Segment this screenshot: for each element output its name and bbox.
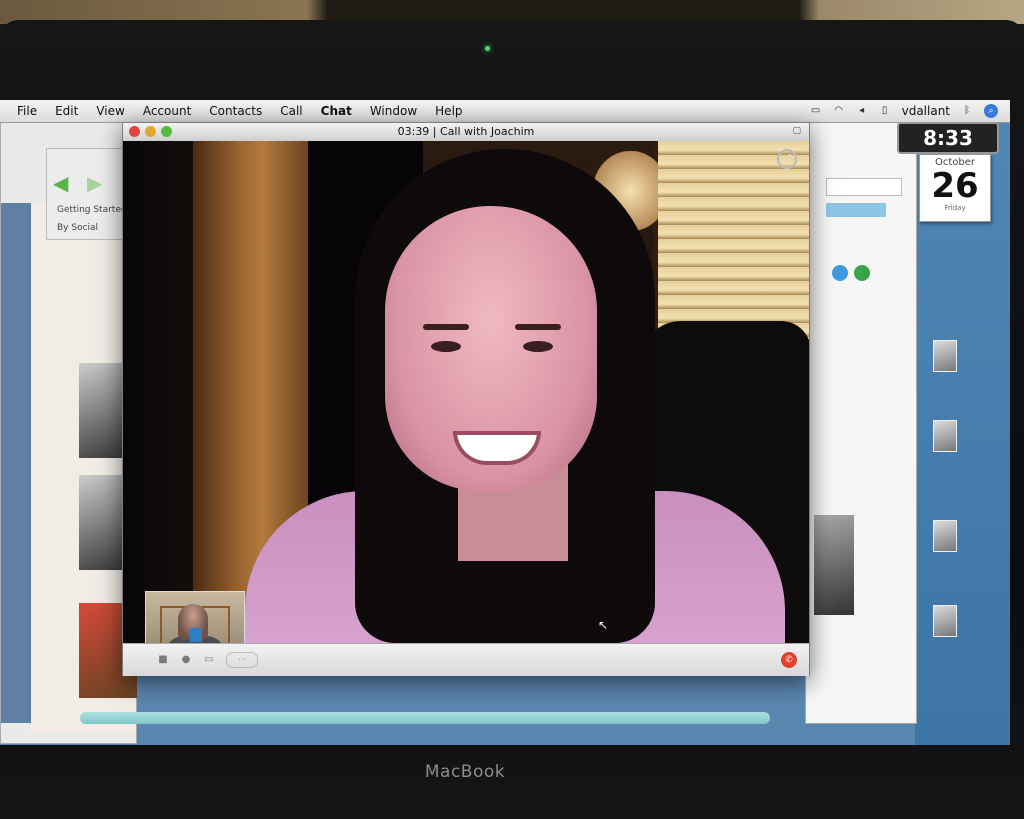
back-arrow-icon[interactable]: ◀	[53, 171, 68, 195]
menu-view[interactable]: View	[87, 104, 133, 118]
self-view-video[interactable]	[145, 591, 245, 643]
user-name[interactable]: vdallant	[902, 104, 950, 118]
fullscreen-icon[interactable]: ⤢	[777, 149, 797, 169]
desktop-file[interactable]	[925, 520, 965, 554]
more-options-button[interactable]: ···	[226, 652, 258, 668]
call-icon[interactable]	[854, 265, 870, 281]
menu-file[interactable]: File	[8, 104, 46, 118]
file-icon	[933, 520, 957, 552]
volume-icon[interactable]: ◂	[856, 106, 868, 116]
header-bar	[826, 203, 886, 217]
chat-icon[interactable]: ▭	[201, 653, 217, 667]
menu-items: File Edit View Account Contacts Call Cha…	[8, 104, 472, 118]
clock-widget[interactable]: 8:33	[897, 122, 999, 154]
bluetooth-icon[interactable]: ᛒ	[961, 106, 973, 116]
menu-chat[interactable]: Chat	[312, 104, 361, 118]
laptop-brand-label: MacBook	[424, 762, 506, 782]
contact-photo[interactable]	[814, 515, 854, 615]
remote-participant	[515, 324, 561, 330]
spotlight-icon[interactable]: ⌕	[984, 104, 998, 118]
screen: ◀ ▶ Getting Started By Social 8:33 Octob…	[0, 100, 1010, 745]
browser-sidebar	[1, 203, 31, 723]
video-call-window[interactable]: 03:39 | Call with Joachim ▢ ⤢ ■ ● ▭ ··· …	[122, 122, 810, 676]
wifi-icon[interactable]: ◠	[833, 106, 845, 116]
remote-participant	[431, 341, 461, 352]
file-icon	[933, 420, 957, 452]
display-icon[interactable]: ▭	[810, 106, 822, 116]
menu-extras: ▭ ◠ ◂ ▯ vdallant ᛒ ⌕	[810, 100, 998, 122]
progress-bar	[80, 712, 770, 724]
menu-account[interactable]: Account	[134, 104, 200, 118]
menu-bar: File Edit View Account Contacts Call Cha…	[0, 100, 1010, 123]
tab-getting-started[interactable]: Getting Started	[57, 205, 127, 215]
desktop-file[interactable]	[925, 605, 965, 639]
remote-participant	[423, 324, 469, 330]
battery-icon[interactable]: ▯	[879, 106, 891, 116]
remote-video-feed: ⤢	[123, 141, 809, 643]
video-background	[658, 141, 809, 341]
mouse-pointer-icon: ↖	[598, 618, 609, 632]
calendar-day: 26	[931, 166, 979, 206]
call-window-titlebar[interactable]: 03:39 | Call with Joachim ▢	[123, 123, 809, 142]
menu-edit[interactable]: Edit	[46, 104, 87, 118]
menu-help[interactable]: Help	[426, 104, 471, 118]
menu-window[interactable]: Window	[361, 104, 426, 118]
camera-indicator-light	[485, 46, 490, 51]
lock-icon[interactable]: ▢	[792, 126, 801, 136]
desktop-file[interactable]	[925, 340, 965, 374]
call-window-title: 03:39 | Call with Joachim	[397, 125, 535, 138]
status-icon[interactable]	[832, 265, 848, 281]
search-field[interactable]	[826, 178, 902, 196]
hang-up-button[interactable]: ✆	[781, 652, 797, 668]
call-controls-bar: ■ ● ▭ ··· ✆	[123, 643, 809, 676]
menu-call[interactable]: Call	[271, 104, 311, 118]
tab-second[interactable]: By Social	[57, 223, 98, 233]
mute-icon[interactable]: ●	[178, 653, 194, 667]
stop-video-icon[interactable]: ■	[155, 653, 171, 667]
dashboard-widgets[interactable]: 8:33 October 26 Friday	[897, 122, 999, 222]
desktop-file[interactable]	[925, 420, 965, 454]
self-view-phone	[190, 628, 202, 642]
calendar-widget[interactable]: October 26 Friday	[919, 154, 991, 222]
menu-contacts[interactable]: Contacts	[200, 104, 271, 118]
remote-participant	[523, 341, 553, 352]
file-icon	[933, 340, 957, 372]
forward-arrow-icon[interactable]: ▶	[87, 171, 102, 195]
file-icon	[933, 605, 957, 637]
background-browser-window[interactable]: ◀ ▶ Getting Started By Social	[0, 122, 138, 744]
